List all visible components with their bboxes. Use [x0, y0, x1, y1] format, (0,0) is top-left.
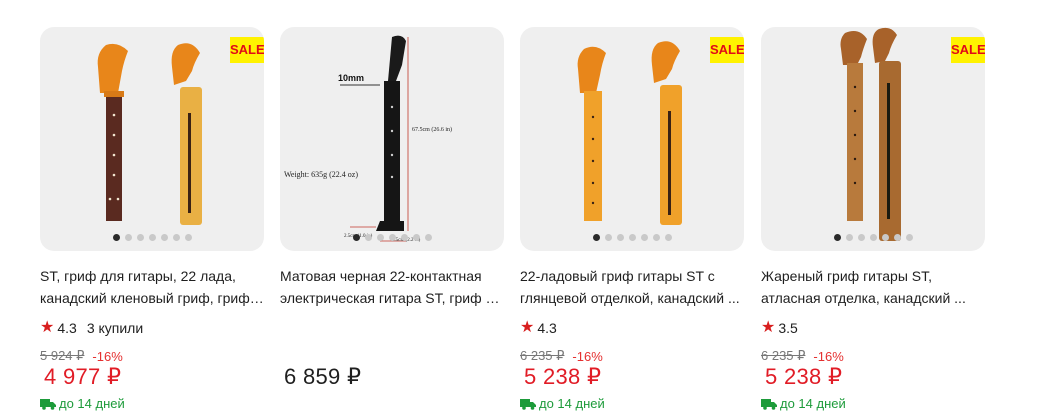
carousel-dot[interactable] [628, 234, 636, 241]
title-line: 22-ладовый гриф гитары ST с [520, 268, 715, 284]
carousel-dot[interactable] [424, 234, 432, 241]
carousel-dot[interactable] [376, 234, 384, 241]
title-line: Матовая черная 22-контактная [280, 268, 482, 284]
star-icon: ★ [761, 319, 776, 336]
carousel-dot[interactable] [124, 234, 132, 241]
product-card[interactable]: 10mm 67.5cm (26.6 in) Weight: 635g (22.4… [280, 27, 504, 390]
current-price: 5 238 ₽ [765, 364, 843, 389]
rating-value: 3.5 [778, 320, 798, 336]
guitar-neck-image: 10mm 67.5cm (26.6 in) Weight: 635g (22.4… [284, 35, 452, 243]
discount-badge: -16% [572, 348, 603, 364]
truck-icon [761, 398, 777, 410]
carousel-dot[interactable] [833, 234, 841, 241]
product-image[interactable]: SALE [40, 27, 264, 251]
image-carousel-dots[interactable] [761, 234, 985, 241]
carousel-dot[interactable] [845, 234, 853, 241]
product-image[interactable]: 10mm 67.5cm (26.6 in) Weight: 635g (22.4… [280, 27, 504, 251]
product-image[interactable]: SALE [520, 27, 744, 251]
product-card[interactable]: SALE ST, гриф для гитары, 22 лада, канад… [40, 27, 264, 411]
carousel-dot[interactable] [616, 234, 624, 241]
product-card[interactable]: SALE Жареный гриф гитары ST, атласная от… [761, 27, 985, 411]
product-title[interactable]: 22-ладовый гриф гитары ST с глянцевой от… [520, 265, 744, 309]
discount-badge: -16% [92, 348, 123, 364]
product-title[interactable]: ST, гриф для гитары, 22 лада, канадский … [40, 265, 264, 309]
old-price-row: 6 235 ₽ -16% [761, 348, 985, 364]
rating-row: ★ 4.3 [520, 319, 744, 337]
title-line: канадский кленовый гриф, гриф ... [40, 290, 264, 306]
image-carousel-dots[interactable] [280, 234, 504, 241]
old-price: 6 235 ₽ [761, 348, 806, 363]
old-price-row: 6 235 ₽ -16% [520, 348, 744, 364]
image-carousel-dots[interactable] [520, 234, 744, 241]
carousel-dot[interactable] [136, 234, 144, 241]
carousel-dot[interactable] [869, 234, 877, 241]
carousel-dot[interactable] [352, 234, 360, 241]
current-price: 4 977 ₽ [44, 364, 122, 389]
current-price: 5 238 ₽ [524, 364, 602, 389]
carousel-dot[interactable] [112, 234, 120, 241]
carousel-dot[interactable] [172, 234, 180, 241]
truck-icon [40, 398, 56, 410]
star-icon: ★ [520, 319, 535, 336]
delivery-info: до 14 дней [40, 396, 264, 411]
dimension-label: 10mm [338, 73, 364, 83]
image-carousel-dots[interactable] [40, 234, 264, 241]
carousel-dot[interactable] [857, 234, 865, 241]
carousel-dot[interactable] [592, 234, 600, 241]
carousel-dot[interactable] [412, 234, 420, 241]
title-line: атласная отделка, канадский ... [761, 290, 966, 306]
carousel-dot[interactable] [364, 234, 372, 241]
product-title[interactable]: Матовая черная 22-контактная электрическ… [280, 265, 504, 309]
buyers-count: 3 купили [86, 320, 144, 336]
rating-row: ★ 3.5 [761, 319, 985, 337]
sale-badge: SALE [710, 37, 744, 63]
carousel-dot[interactable] [640, 234, 648, 241]
discount-badge: -16% [813, 348, 844, 364]
old-price: 6 235 ₽ [520, 348, 565, 363]
carousel-dot[interactable] [148, 234, 156, 241]
carousel-dot[interactable] [664, 234, 672, 241]
title-line: глянцевой отделкой, канадский ... [520, 290, 740, 306]
carousel-dot[interactable] [400, 234, 408, 241]
rating-row: ★ 4.3 3 купили [40, 319, 264, 337]
title-line: Жареный гриф гитары ST, [761, 268, 933, 284]
carousel-dot[interactable] [652, 234, 660, 241]
delivery-info: до 14 дней [761, 396, 985, 411]
old-price-row: 5 924 ₽ -16% [40, 348, 264, 364]
carousel-dot[interactable] [881, 234, 889, 241]
carousel-dot[interactable] [160, 234, 168, 241]
star-icon: ★ [40, 319, 55, 336]
carousel-dot[interactable] [905, 234, 913, 241]
rating-value: 4.3 [537, 320, 557, 336]
truck-icon [520, 398, 536, 410]
old-price: 5 924 ₽ [40, 348, 85, 363]
title-line: электрическая гитара ST, гриф и... [280, 290, 504, 306]
dimension-label: 67.5cm (26.6 in) [412, 126, 452, 133]
carousel-dot[interactable] [893, 234, 901, 241]
product-card[interactable]: SALE 22-ладовый гриф гитары ST с глянцев… [520, 27, 744, 411]
sale-badge: SALE [230, 37, 264, 63]
carousel-dot[interactable] [388, 234, 396, 241]
weight-label: Weight: 635g (22.4 oz) [284, 170, 358, 179]
rating-value: 4.3 [57, 320, 77, 336]
sale-badge: SALE [951, 37, 985, 63]
product-title[interactable]: Жареный гриф гитары ST, атласная отделка… [761, 265, 985, 309]
product-image[interactable]: SALE [761, 27, 985, 251]
delivery-info: до 14 дней [520, 396, 744, 411]
delivery-text: до 14 дней [539, 396, 605, 411]
delivery-text: до 14 дней [780, 396, 846, 411]
carousel-dot[interactable] [184, 234, 192, 241]
carousel-dot[interactable] [604, 234, 612, 241]
delivery-text: до 14 дней [59, 396, 125, 411]
current-price: 6 859 ₽ [284, 364, 362, 389]
title-line: ST, гриф для гитары, 22 лада, [40, 268, 236, 284]
